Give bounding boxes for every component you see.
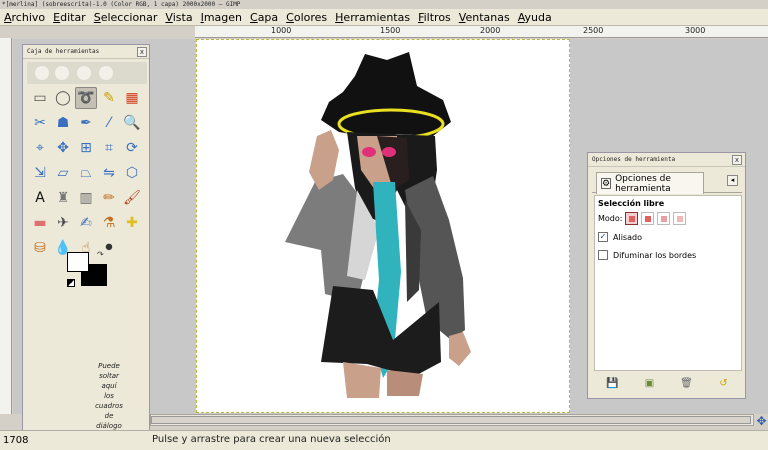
free-select-icon[interactable]: ➰ (75, 87, 97, 109)
eraser-icon[interactable]: ▬ (29, 212, 51, 234)
mode-label: Modo: (598, 214, 623, 223)
scissors-select-icon[interactable]: ✂ (29, 112, 51, 134)
menu-seleccionar[interactable]: Seleccionar (94, 11, 158, 24)
menu-imagen[interactable]: Imagen (201, 11, 242, 24)
tool-options-title: Opciones de herramienta (588, 153, 745, 167)
tool-options-footer: 💾 ▣ 🗑 ↺ (594, 375, 742, 393)
foreground-select-icon[interactable]: ☗ (52, 112, 74, 134)
bucket-fill-icon[interactable]: ♜ (52, 187, 74, 209)
perspective-clone-icon[interactable]: ⛁ (29, 237, 51, 259)
navigate-icon[interactable]: ✥ (755, 414, 768, 428)
by-color-select-icon[interactable]: ▦ (121, 87, 143, 109)
move-icon[interactable]: ✥ (52, 137, 74, 159)
fuzzy-select-icon[interactable]: ✎ (98, 87, 120, 109)
rotate-icon[interactable]: ⟳ (121, 137, 143, 159)
antialias-label: Alisado (613, 232, 642, 242)
window-title: *[merlina] (sobreescrita)-1.0 (Color RGB… (0, 0, 768, 9)
mode-replace-button[interactable] (625, 212, 639, 225)
align-icon[interactable]: ⊞ (75, 137, 97, 159)
dock-drop-hint: Puede soltar aquí los cuadros de diálogo… (87, 362, 131, 440)
reset-options-icon[interactable]: ↺ (717, 378, 731, 390)
image-canvas[interactable] (196, 39, 570, 413)
toolbox-close-icon[interactable]: x (137, 47, 147, 57)
tool-options-tabbar: ⚙ Opciones de herramienta ◂ (592, 171, 742, 194)
zoom-icon[interactable]: 🔍 (121, 112, 143, 134)
feather-checkbox[interactable] (598, 250, 608, 260)
clone-icon[interactable]: ⚗ (98, 212, 120, 234)
blend-icon[interactable]: ▥ (75, 187, 97, 209)
antialias-option[interactable]: ✓ Alisado (598, 232, 642, 242)
horizontal-ruler[interactable]: 1000 1500 2000 2500 3000 (195, 26, 768, 38)
color-area[interactable]: ↷ (67, 250, 111, 292)
tool-options-close-icon[interactable]: x (732, 155, 742, 165)
vertical-ruler[interactable] (0, 38, 12, 414)
tool-options-body: Selección libre Modo: ✓ Alisado Difumina… (594, 195, 742, 371)
ruler-label: 3000 (685, 26, 706, 35)
feather-label: Difuminar los bordes (613, 250, 697, 260)
ruler-label: 1000 (271, 26, 292, 35)
tool-name: Selección libre (598, 199, 665, 208)
scrollbar-thumb[interactable] (151, 416, 751, 424)
tool-options-tab-icon: ⚙ (601, 178, 612, 189)
delete-options-icon[interactable]: 🗑 (680, 378, 694, 390)
tool-options-panel: Opciones de herramienta x ⚙ Opciones de … (587, 152, 746, 399)
scale-icon[interactable]: ⇲ (29, 162, 51, 184)
wilber-banner (27, 62, 147, 84)
flip-icon[interactable]: ⇋ (98, 162, 120, 184)
menu-colores[interactable]: Colores (286, 11, 327, 24)
pencil-icon[interactable]: ✏ (98, 187, 120, 209)
airbrush-icon[interactable]: ✈ (52, 212, 74, 234)
feather-option[interactable]: Difuminar los bordes (598, 250, 696, 260)
mode-intersect-button[interactable] (673, 212, 687, 225)
default-colors-icon[interactable] (67, 279, 75, 287)
toolbox-panel: Caja de herramientas x ▭ ◯ ➰ ✎ ▦ ✂ ☗ ✒ ⁄ 🔍 ⌖ ✥ ⊞ ⌗ ⟳ ⇲ ▱… (22, 44, 150, 450)
color-picker-icon[interactable]: ⁄ (98, 112, 120, 134)
paintbrush-icon[interactable]: 🖌 (121, 187, 143, 209)
tab-label: Opciones de herramienta (615, 173, 671, 194)
measure-icon[interactable]: ⌖ (29, 137, 51, 159)
heal-icon[interactable]: ✚ (121, 212, 143, 234)
ink-icon[interactable]: ✍ (75, 212, 97, 234)
menu-bar: Archivo Editar Seleccionar Vista Imagen … (0, 9, 768, 26)
menu-herramientas[interactable]: Herramientas (335, 11, 410, 24)
toolbox-title: Caja de herramientas (23, 45, 149, 59)
status-bar: 1708 Pulse y arrastre para crear una nue… (0, 430, 768, 450)
status-message: Pulse y arrastre para crear una nueva se… (152, 434, 391, 445)
horizontal-scrollbar[interactable] (150, 414, 754, 426)
menu-filtros[interactable]: Filtros (418, 11, 451, 24)
save-options-icon[interactable]: 💾 (606, 378, 620, 390)
pointer-coordinates: 1708 (3, 435, 29, 446)
ruler-label: 2000 (480, 26, 501, 35)
menu-editar[interactable]: Editar (53, 11, 86, 24)
ruler-label: 1500 (380, 26, 401, 35)
foreground-color-swatch[interactable] (67, 252, 89, 272)
artwork-witch-girl (285, 52, 471, 398)
mode-add-button[interactable] (641, 212, 655, 225)
tab-menu-icon[interactable]: ◂ (727, 175, 738, 186)
perspective-icon[interactable]: ⏢ (75, 162, 97, 184)
paths-icon[interactable]: ✒ (75, 112, 97, 134)
ruler-label: 2500 (583, 26, 604, 35)
menu-capa[interactable]: Capa (250, 11, 278, 24)
menu-ventanas[interactable]: Ventanas (459, 11, 510, 24)
antialias-checkbox[interactable]: ✓ (598, 232, 608, 242)
restore-options-icon[interactable]: ▣ (643, 378, 657, 390)
rect-select-icon[interactable]: ▭ (29, 87, 51, 109)
crop-icon[interactable]: ⌗ (98, 137, 120, 159)
cage-transform-icon[interactable]: ⬡ (121, 162, 143, 184)
menu-vista[interactable]: Vista (165, 11, 192, 24)
ellipse-select-icon[interactable]: ◯ (52, 87, 74, 109)
mode-subtract-button[interactable] (657, 212, 671, 225)
text-icon[interactable]: A (29, 187, 51, 209)
swap-colors-icon[interactable]: ↷ (97, 250, 104, 259)
mode-row: Modo: (598, 212, 687, 225)
tool-grid: ▭ ◯ ➰ ✎ ▦ ✂ ☗ ✒ ⁄ 🔍 ⌖ ✥ ⊞ ⌗ ⟳ ⇲ ▱ ⏢ ⇋ ⬡ A ♜ ▥ ✏ 🖌 ▬ ✈ ✍ ⚗ ✚ ⛁ 💧 ☝ ⚫ (29, 87, 147, 262)
tab-tool-options[interactable]: ⚙ Opciones de herramienta (596, 172, 704, 194)
shear-icon[interactable]: ▱ (52, 162, 74, 184)
menu-archivo[interactable]: Archivo (4, 11, 45, 24)
menu-ayuda[interactable]: Ayuda (518, 11, 552, 24)
